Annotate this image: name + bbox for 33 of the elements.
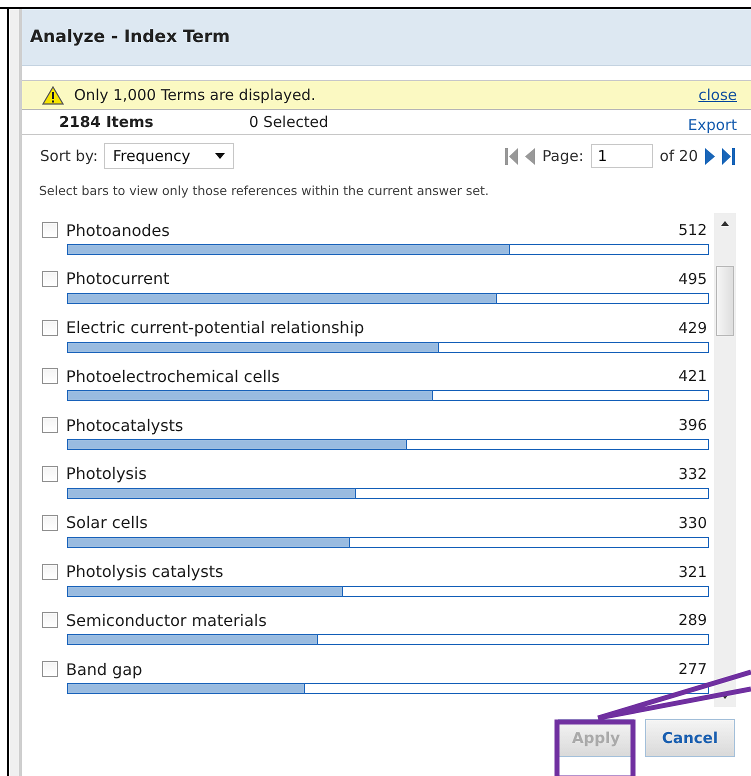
term-name: Photoanodes [66,220,171,240]
selected-count: 0 Selected [249,113,330,131]
dialog-title: Analyze - Index Term [30,27,230,47]
term-count: 330 [678,514,707,532]
notice-text: Only 1,000 Terms are displayed. [74,86,317,104]
term-count: 429 [678,318,707,337]
term-name: Photocurrent [66,269,170,288]
term-name: Semiconductor materials [66,610,268,630]
term-name: Photocatalysts [66,416,184,435]
items-count: 2184 Items [59,113,154,131]
close-link[interactable]: close [698,86,737,104]
page-input[interactable]: 1 [590,144,653,168]
term-count: 512 [678,221,707,239]
cancel-button[interactable]: Cancel [645,719,735,757]
page-total: of 20 [660,147,698,165]
term-count: 321 [678,562,707,581]
term-name: Photoelectrochemical cells [66,366,281,386]
term-count: 332 [678,464,707,483]
page-label: Page: [542,147,584,165]
term-name: Electric current-potential relationship [66,318,366,338]
term-name: Photolysis catalysts [66,562,224,582]
term-name: Band gap [66,660,144,679]
term-name: Photolysis [66,464,148,484]
sort-dropdown[interactable]: Frequency [104,143,234,169]
term-count: 396 [678,416,707,434]
term-count: 289 [678,611,707,630]
term-count: 495 [678,270,707,288]
term-count: 277 [678,660,707,678]
export-link[interactable]: Export [688,116,737,134]
term-name: Solar cells [66,513,149,532]
sort-label: Sort by: [40,147,98,165]
hint-text: Select bars to view only those references within the current answer set. [38,182,490,200]
term-count: 421 [678,367,707,386]
